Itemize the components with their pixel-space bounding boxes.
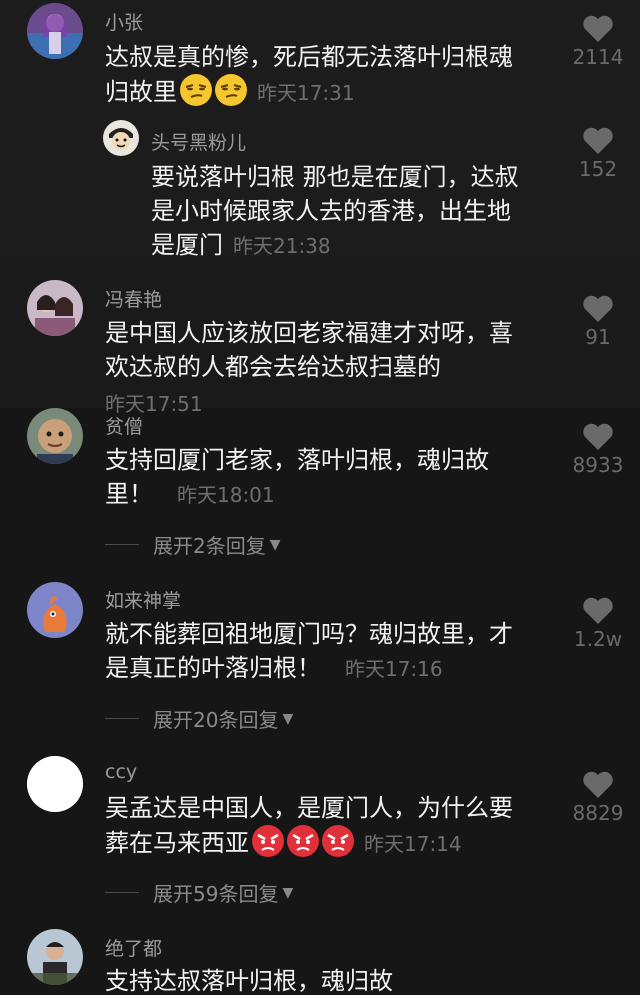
comment-text-line: 葬在马来西亚 bbox=[105, 829, 249, 857]
like-button[interactable]: 152 bbox=[568, 126, 628, 181]
heart-icon bbox=[583, 423, 613, 450]
like-button[interactable]: 8829 bbox=[568, 770, 628, 825]
comment-text: 支持达叔落叶归根，魂归故 bbox=[105, 964, 393, 995]
comment-text-line: 是小时候跟家人去的香港，出生地 bbox=[151, 197, 511, 225]
comment-text: 就不能葬回祖地厦门吗？魂归故里，才 bbox=[105, 617, 513, 651]
smirk-emoji-icon bbox=[215, 74, 247, 106]
avatar[interactable] bbox=[27, 756, 83, 812]
heart-icon bbox=[583, 15, 613, 42]
like-button[interactable]: 8933 bbox=[568, 422, 628, 477]
avatar[interactable] bbox=[27, 582, 83, 638]
comment-text-line: 里！ bbox=[105, 480, 153, 508]
comment-author[interactable]: 贫僧 bbox=[105, 412, 143, 439]
comment-author[interactable]: 小张 bbox=[105, 8, 143, 35]
expand-replies-label: 展开59条回复 bbox=[153, 882, 279, 906]
comment-text: 是厦门 昨天21:38 bbox=[151, 228, 331, 263]
angry-emoji-icon bbox=[252, 825, 284, 857]
comment-text: 是小时候跟家人去的香港，出生地 bbox=[151, 194, 511, 228]
caret-down-icon: ▼ bbox=[269, 536, 281, 553]
comment-time: 昨天18:01 bbox=[177, 483, 275, 507]
expand-replies-button[interactable]: 展开59条回复 ▼ bbox=[105, 878, 293, 907]
comment-text-line: 是中国人应该放回老家福建才对呀，喜 bbox=[105, 319, 513, 347]
like-count: 8829 bbox=[572, 801, 624, 825]
comment-time: 昨天17:16 bbox=[345, 657, 443, 681]
user-avatar-boy-icon bbox=[27, 408, 83, 464]
heart-icon bbox=[583, 295, 613, 322]
angry-emoji-icon bbox=[287, 825, 319, 857]
like-button[interactable]: 2114 bbox=[568, 14, 628, 69]
comment-author[interactable]: 绝了都 bbox=[105, 934, 162, 961]
like-button[interactable]: 91 bbox=[568, 294, 628, 349]
user-avatar-girl-icon bbox=[27, 3, 83, 59]
like-count: 8933 bbox=[572, 453, 624, 477]
comment-text-line: 支持达叔落叶归根，魂归故 bbox=[105, 967, 393, 995]
angry-emoji-icon bbox=[322, 825, 354, 857]
comment-time: 昨天21:38 bbox=[233, 234, 331, 258]
avatar[interactable] bbox=[27, 408, 83, 464]
heart-icon bbox=[583, 127, 613, 154]
comment-author[interactable]: 冯春艳 bbox=[105, 285, 162, 312]
expand-replies-button[interactable]: 展开20条回复 ▼ bbox=[105, 704, 293, 733]
comment-text-line: 欢达叔的人都会去给达叔扫墓的 bbox=[105, 353, 441, 381]
user-avatar-man-icon bbox=[27, 929, 83, 985]
caret-down-icon: ▼ bbox=[282, 884, 294, 901]
like-count: 152 bbox=[578, 157, 618, 181]
like-button[interactable]: 1.2w bbox=[568, 596, 628, 651]
comment-text-line: 归故里 bbox=[105, 78, 177, 106]
user-avatar-couple-icon bbox=[27, 280, 83, 336]
heart-icon bbox=[583, 597, 613, 624]
comment-text: 葬在马来西亚 昨天17:14 bbox=[105, 825, 462, 861]
smirk-emoji-icon bbox=[180, 74, 212, 106]
comment-author[interactable]: 头号黑粉儿 bbox=[151, 128, 246, 155]
comment-text: 吴孟达是中国人，是厦门人，为什么要 bbox=[105, 791, 513, 825]
comment-text: 支持回厦门老家，落叶归根，魂归故 bbox=[105, 443, 489, 477]
heart-icon bbox=[583, 771, 613, 798]
divider bbox=[105, 892, 139, 893]
caret-down-icon: ▼ bbox=[282, 710, 294, 727]
comment-time: 昨天17:31 bbox=[257, 81, 355, 105]
comment-text-line: 达叔是真的惨，死后都无法落叶归根魂 bbox=[105, 43, 513, 71]
comment-author[interactable]: 如来神掌 bbox=[105, 586, 181, 613]
comment-text-line: 是厦门 bbox=[151, 231, 223, 259]
like-count: 2114 bbox=[572, 45, 624, 69]
comment-text: 欢达叔的人都会去给达叔扫墓的 bbox=[105, 350, 441, 384]
comment-text: 里！ 昨天18:01 bbox=[105, 477, 275, 512]
comment-author[interactable]: ccy bbox=[105, 761, 137, 783]
expand-replies-button[interactable]: 展开2条回复 ▼ bbox=[105, 530, 281, 559]
user-avatar-bird-icon bbox=[27, 582, 83, 638]
comment-text: 归故里 昨天17:31 bbox=[105, 74, 355, 110]
divider bbox=[105, 718, 139, 719]
like-count: 1.2w bbox=[573, 627, 623, 651]
comment-time: 昨天17:14 bbox=[364, 832, 462, 856]
avatar[interactable] bbox=[27, 3, 83, 59]
avatar[interactable] bbox=[27, 280, 83, 336]
comment-text: 是中国人应该放回老家福建才对呀，喜 bbox=[105, 316, 513, 350]
comment-list: 小张 达叔是真的惨，死后都无法落叶归根魂 归故里 昨天17:31 2114 头号黑… bbox=[0, 0, 640, 995]
comment-text: 是真正的叶落归根！ 昨天17:16 bbox=[105, 651, 443, 686]
comment-text-line: 是真正的叶落归根！ bbox=[105, 654, 321, 682]
comment-text: 要说落叶归根 那也是在厦门，达叔 bbox=[151, 160, 519, 194]
expand-replies-label: 展开2条回复 bbox=[153, 534, 266, 558]
comment-bg bbox=[0, 408, 640, 995]
comment-text-line: 支持回厦门老家，落叶归根，魂归故 bbox=[105, 446, 489, 474]
comment-text-line: 吴孟达是中国人，是厦门人，为什么要 bbox=[105, 794, 513, 822]
user-avatar-blank-icon bbox=[27, 756, 83, 812]
avatar[interactable] bbox=[103, 120, 139, 156]
comment-text: 达叔是真的惨，死后都无法落叶归根魂 bbox=[105, 40, 513, 74]
avatar[interactable] bbox=[27, 929, 83, 985]
divider bbox=[105, 544, 139, 545]
like-count: 91 bbox=[585, 325, 611, 349]
comment-text-line: 就不能葬回祖地厦门吗？魂归故里，才 bbox=[105, 620, 513, 648]
expand-replies-label: 展开20条回复 bbox=[153, 708, 279, 732]
comment-text-line: 要说落叶归根 那也是在厦门，达叔 bbox=[151, 163, 519, 191]
user-avatar-cartoon-icon bbox=[103, 120, 139, 156]
